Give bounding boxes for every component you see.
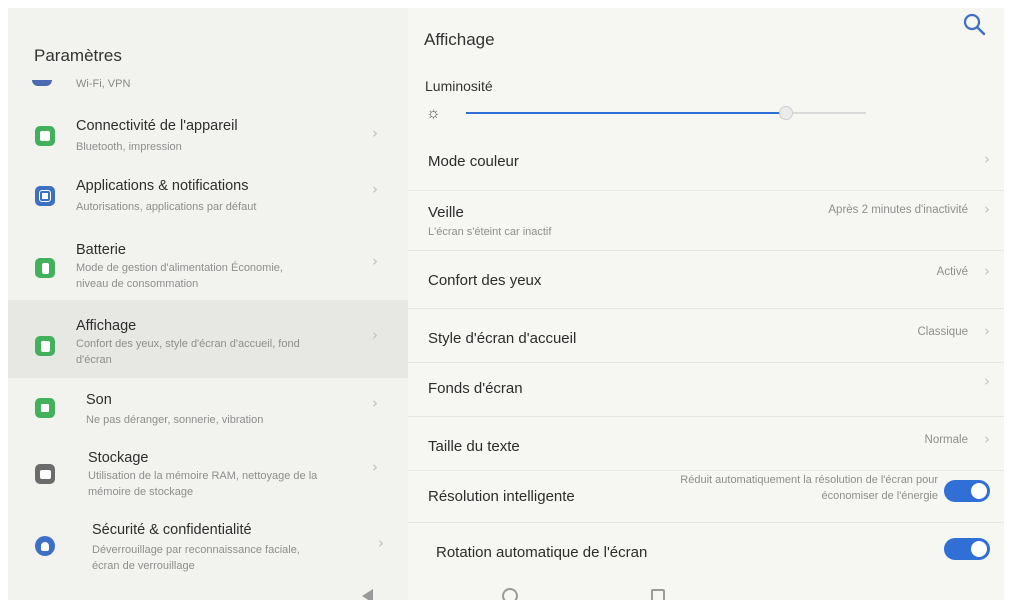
divider — [408, 362, 1004, 363]
sidebar-item-title: Stockage — [88, 450, 149, 466]
chevron-right-icon: › — [984, 322, 990, 340]
sidebar-item-subtitle-2: d'écran — [76, 354, 112, 366]
brightness-label: Luminosité — [425, 78, 493, 94]
setting-label: Style d'écran d'accueil — [428, 330, 577, 347]
setting-label: Résolution intelligente — [428, 488, 575, 505]
chevron-right-icon: › — [984, 200, 990, 218]
setting-wallpaper[interactable]: Fonds d'écran › — [408, 364, 1004, 414]
sidebar-item-title: Applications & notifications — [76, 178, 249, 194]
setting-sleep[interactable]: Veille L'écran s'éteint car inactif Aprè… — [408, 192, 1004, 248]
sidebar-item-applications[interactable]: Applications & notifications Autorisatio… — [8, 168, 408, 224]
divider — [408, 470, 1004, 471]
sidebar-item-subtitle: Confort des yeux, style d'écran d'accuei… — [76, 338, 300, 350]
chevron-right-icon: › — [984, 430, 990, 448]
apps-grid-icon — [35, 186, 55, 206]
chevron-right-icon: › — [372, 326, 378, 344]
storage-icon — [35, 464, 55, 484]
sidebar-item-title: Sécurité & confidentialité — [92, 522, 252, 538]
setting-description-line-1: Réduit automatiquement la résolution de … — [680, 474, 938, 486]
sidebar-item-display[interactable]: Affichage Confort des yeux, style d'écra… — [8, 300, 408, 378]
divider — [408, 308, 1004, 309]
setting-label: Taille du texte — [428, 438, 520, 455]
brightness-slider-fill — [466, 112, 786, 114]
chevron-right-icon: › — [372, 252, 378, 270]
setting-value: Normale — [924, 434, 968, 446]
setting-auto-rotate: Rotation automatique de l'écran — [408, 524, 1004, 580]
brightness-slider[interactable] — [466, 106, 866, 120]
smart-resolution-toggle[interactable] — [944, 480, 990, 502]
auto-rotate-toggle[interactable] — [944, 538, 990, 560]
chevron-right-icon: › — [372, 394, 378, 412]
sidebar-item-security[interactable]: Sécurité & confidentialité Déverrouillag… — [8, 512, 408, 584]
sidebar-item-storage[interactable]: Stockage Utilisation de la mémoire RAM, … — [8, 438, 408, 510]
display-settings-panel: Affichage Luminosité ☼ Mode couleur › Ve… — [408, 8, 1004, 600]
sidebar-item-subtitle-2: mémoire de stockage — [88, 486, 194, 498]
chevron-right-icon: › — [372, 180, 378, 198]
back-icon[interactable] — [362, 589, 373, 600]
sidebar-item-subtitle-2: écran de verrouillage — [92, 560, 195, 572]
sidebar-item-subtitle-2: niveau de consommation — [76, 278, 199, 290]
chevron-right-icon: › — [372, 458, 378, 476]
chevron-right-icon: › — [984, 372, 990, 390]
sidebar-item-subtitle: Utilisation de la mémoire RAM, nettoyage… — [88, 470, 318, 482]
setting-label: Fonds d'écran — [428, 380, 523, 397]
display-icon — [35, 336, 55, 356]
sidebar-item-subtitle: Autorisations, applications par défaut — [76, 201, 257, 213]
chevron-right-icon: › — [378, 534, 384, 552]
chevron-right-icon: › — [984, 150, 990, 168]
setting-value: Classique — [917, 326, 969, 338]
sidebar-item-title: Connectivité de l'appareil — [76, 118, 238, 134]
brightness-slider-thumb[interactable] — [779, 106, 793, 120]
sidebar-item-connectivity[interactable]: Connectivité de l'appareil Bluetooth, im… — [8, 108, 408, 164]
setting-description-line-2: économiser de l'énergie — [821, 490, 938, 502]
tablet-screen: ▣ ▢ ✉ △ Paramètres Wi-Fi, VPN Connectivi… — [8, 8, 1004, 600]
setting-label: Confort des yeux — [428, 272, 542, 289]
search-icon[interactable] — [962, 12, 988, 38]
sidebar-item-sound[interactable]: Son Ne pas déranger, sonnerie, vibration… — [8, 380, 408, 436]
panel-title: Affichage — [424, 30, 495, 49]
security-icon — [35, 536, 55, 556]
sound-icon — [35, 398, 55, 418]
sidebar-item-title: Batterie — [76, 242, 126, 258]
page-title: Paramètres — [34, 46, 122, 65]
wifi-subtitle[interactable]: Wi-Fi, VPN — [76, 78, 130, 90]
setting-label: Rotation automatique de l'écran — [436, 544, 648, 561]
setting-value: Après 2 minutes d'inactivité — [828, 204, 968, 216]
sidebar-item-title: Son — [86, 392, 112, 408]
device-connectivity-icon — [35, 126, 55, 146]
setting-text-size[interactable]: Taille du texte Normale › — [408, 418, 1004, 468]
chevron-right-icon: › — [372, 124, 378, 142]
divider — [408, 250, 1004, 251]
sidebar-item-subtitle: Mode de gestion d'alimentation Économie, — [76, 262, 283, 274]
setting-eye-comfort[interactable]: Confort des yeux Activé › — [408, 252, 1004, 306]
setting-subtitle: L'écran s'éteint car inactif — [428, 226, 552, 238]
setting-value: Activé — [936, 266, 968, 278]
sidebar-item-title: Affichage — [76, 318, 137, 334]
setting-color-mode[interactable]: Mode couleur › — [408, 138, 1004, 188]
home-icon[interactable] — [502, 588, 518, 600]
setting-home-screen-style[interactable]: Style d'écran d'accueil Classique › — [408, 310, 1004, 360]
sidebar-item-subtitle: Bluetooth, impression — [76, 141, 182, 153]
setting-description: Réduit automatiquement la résolution de … — [608, 472, 938, 504]
divider — [408, 190, 1004, 191]
setting-label: Mode couleur — [428, 153, 519, 170]
wifi-icon — [32, 80, 52, 86]
navigation-bar — [8, 586, 1004, 600]
setting-label: Veille — [428, 204, 464, 221]
sidebar-item-subtitle: Déverrouillage par reconnaissance facial… — [92, 544, 300, 556]
settings-sidebar: Paramètres Wi-Fi, VPN Connectivité de l'… — [8, 8, 408, 600]
setting-smart-resolution: Résolution intelligente Réduit automatiq… — [408, 472, 1004, 520]
battery-icon — [35, 258, 55, 278]
divider — [408, 522, 1004, 523]
divider — [408, 416, 1004, 417]
sidebar-item-battery[interactable]: Batterie Mode de gestion d'alimentation … — [8, 230, 408, 300]
sidebar-item-subtitle: Ne pas déranger, sonnerie, vibration — [86, 414, 264, 426]
chevron-right-icon: › — [984, 262, 990, 280]
recent-apps-icon[interactable] — [651, 589, 665, 600]
brightness-icon: ☼ — [426, 105, 441, 122]
